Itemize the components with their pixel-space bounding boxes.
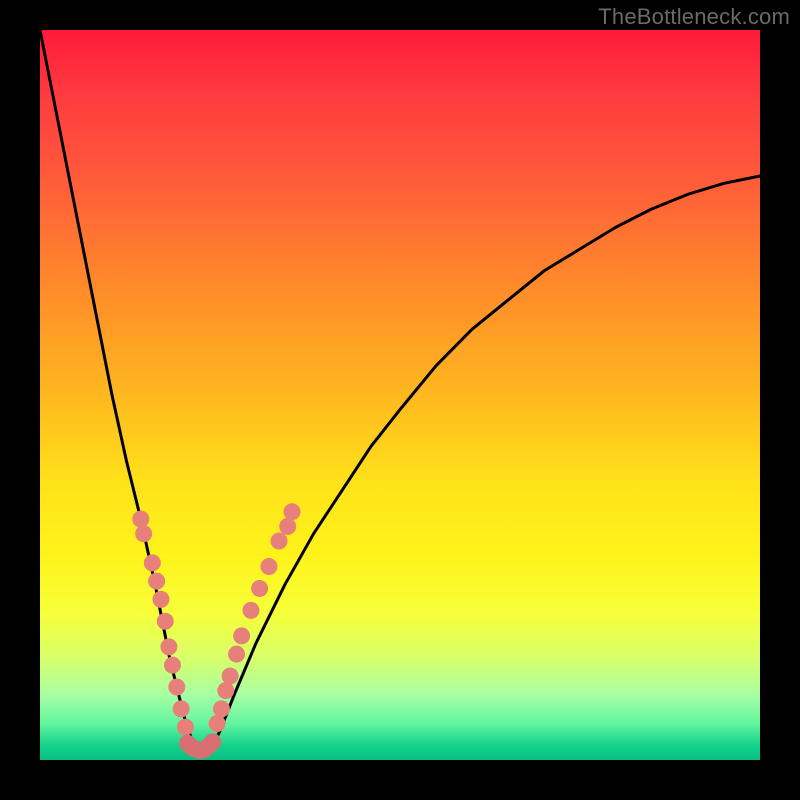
chart-stage: TheBottleneck.com: [0, 0, 800, 800]
data-dot: [157, 613, 174, 630]
data-dot: [222, 668, 239, 685]
data-dot: [132, 511, 149, 528]
data-dot: [177, 719, 194, 736]
data-dot: [251, 580, 268, 597]
data-dot: [284, 503, 301, 520]
data-dot: [135, 525, 152, 542]
plot-area: [40, 30, 760, 760]
chart-svg: [40, 30, 760, 760]
data-dot: [213, 700, 230, 717]
data-dot: [144, 554, 161, 571]
data-dot: [242, 602, 259, 619]
data-dot: [271, 533, 288, 550]
bottleneck-curve: [40, 30, 760, 751]
data-dot: [204, 733, 221, 750]
data-dot: [279, 518, 296, 535]
data-dot: [260, 558, 277, 575]
data-dot: [228, 646, 245, 663]
data-dot: [152, 591, 169, 608]
data-dot: [160, 638, 177, 655]
data-dot: [164, 657, 181, 674]
data-dot: [173, 700, 190, 717]
data-dot: [217, 682, 234, 699]
data-dot: [233, 627, 250, 644]
data-dot: [209, 715, 226, 732]
data-dot: [168, 679, 185, 696]
data-dot: [148, 573, 165, 590]
watermark-label: TheBottleneck.com: [598, 4, 790, 30]
